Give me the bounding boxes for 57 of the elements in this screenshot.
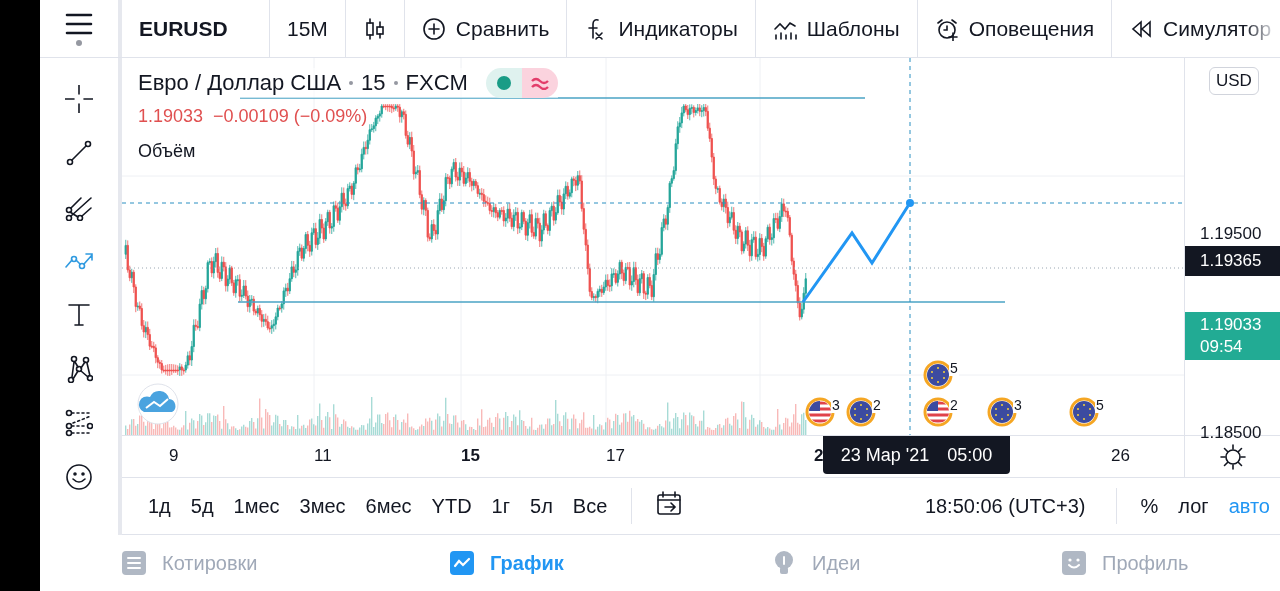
event-count: 5 (949, 360, 959, 376)
event-count: 2 (872, 397, 882, 413)
delay-wave-icon (521, 68, 558, 98)
range-button[interactable]: 1д (138, 490, 181, 522)
interval-button[interactable]: 15M (270, 0, 346, 57)
time-tick: 11 (314, 446, 332, 466)
event-count: 3 (831, 397, 841, 413)
calendar-icon (656, 490, 683, 517)
range-button[interactable]: Все (562, 490, 618, 522)
time-tick: 15 (461, 446, 480, 466)
symbol-button[interactable]: EURUSD (122, 0, 270, 57)
range-button[interactable]: 3мес (289, 490, 356, 522)
range-button[interactable]: 6мес (355, 490, 422, 522)
separator-dot-icon (349, 81, 354, 85)
list-icon (122, 551, 146, 575)
smiley-icon (1062, 551, 1086, 575)
clock-label: 18:50:06 (UTC+3) (924, 494, 1087, 518)
time-tick: 17 (606, 446, 625, 466)
range-button[interactable]: 5д (180, 490, 224, 522)
event-count: 3 (1013, 397, 1023, 413)
interval-label: 15 (361, 70, 386, 96)
compare-button[interactable]: Сравнить (404, 0, 568, 57)
alerts-button[interactable]: Оповещения (917, 0, 1113, 57)
alarm-clock-icon (934, 16, 959, 41)
templates-button[interactable]: Шаблоны (755, 0, 918, 57)
price-tick: 1.18500 (1199, 422, 1263, 444)
crosshair-price-label: 1.19365 (1185, 246, 1280, 276)
range-button[interactable]: 1г (481, 490, 520, 522)
plus-circle-icon (421, 16, 446, 41)
time-tick: 26 (1111, 446, 1130, 466)
last-price-label: 1.19033 09:54 (1185, 312, 1280, 360)
time-tick: 9 (169, 446, 179, 466)
cloud-logo-icon (137, 383, 179, 425)
source-label: FXCM (405, 70, 468, 96)
volume-label: Объём (138, 141, 197, 162)
range-button[interactable]: 5л (520, 490, 563, 522)
range-button[interactable]: 1мес (223, 490, 290, 522)
price-value: 1.19033 (138, 106, 204, 127)
crosshair-time-label: 23 Мар '21 05:00 (823, 436, 1010, 474)
forecast-path[interactable] (801, 199, 914, 303)
replay-button[interactable]: Симулятор (1112, 0, 1272, 57)
range-button[interactable]: YTD (421, 490, 482, 522)
price-change: −0.00109 (−0.09%) (213, 106, 368, 127)
scale-option-button[interactable]: лог (1168, 490, 1219, 522)
price-tick: 1.19500 (1199, 223, 1263, 245)
indicator-dot (76, 39, 82, 46)
menu-icon[interactable] (65, 11, 93, 36)
currency-button[interactable]: USD (1209, 67, 1259, 95)
separator-dot-icon (393, 81, 398, 85)
scale-option-button[interactable]: % (1130, 490, 1169, 522)
time-tick: 2 (814, 446, 824, 466)
indicators-button[interactable]: Индикаторы (567, 0, 756, 57)
symbol-title: Евро / Доллар США (138, 70, 342, 96)
lightbulb-icon (772, 551, 796, 575)
event-count: 5 (1095, 397, 1105, 413)
settings-icon[interactable] (1219, 443, 1246, 470)
event-count: 2 (949, 397, 959, 413)
